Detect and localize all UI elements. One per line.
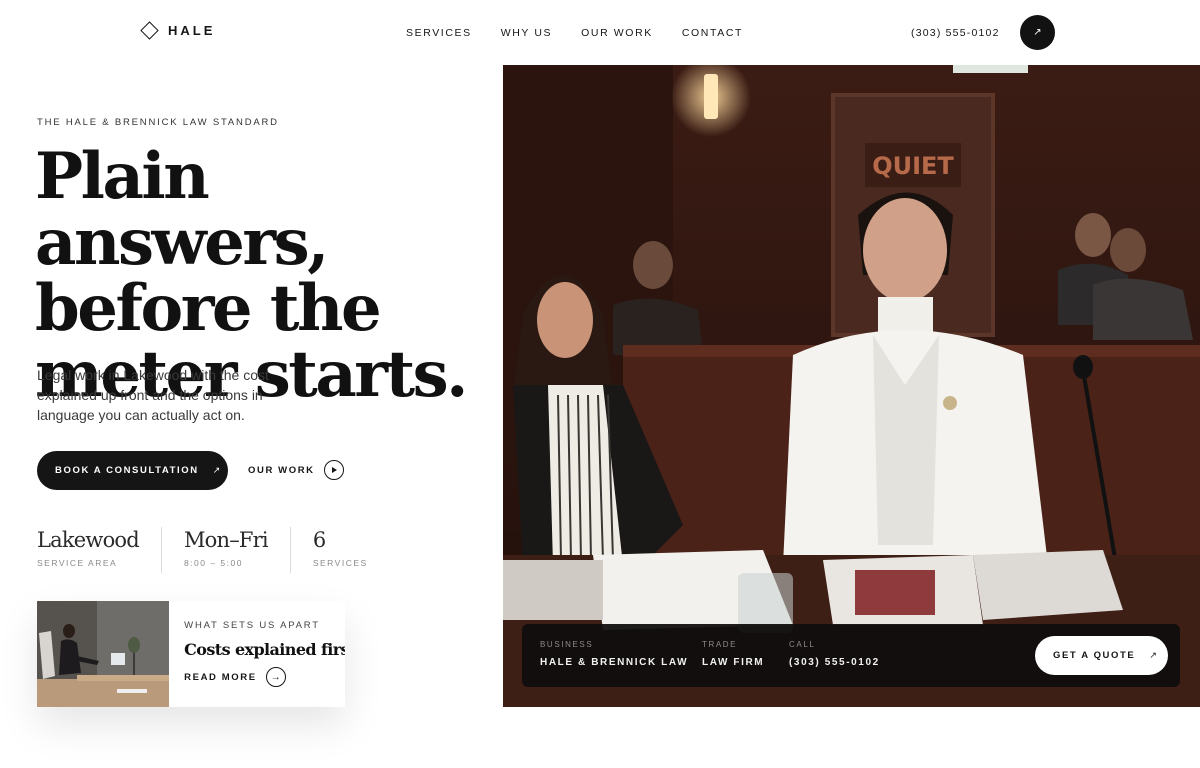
stat-label: 8:00 – 5:00 bbox=[183, 558, 243, 568]
info-label: TRADE bbox=[702, 640, 738, 649]
main-nav: SERVICES WHY US OUR WORK CONTACT bbox=[406, 27, 743, 39]
stat-service-area: Lakewood SERVICE AREA bbox=[37, 527, 162, 573]
brand-logo[interactable]: HALE bbox=[140, 21, 216, 40]
play-icon bbox=[323, 460, 344, 480]
feature-card-body: WHAT SETS US APART Costs explained first… bbox=[169, 601, 345, 707]
info-value: LAW FIRM bbox=[702, 657, 765, 668]
info-label: CALL bbox=[789, 640, 816, 649]
stat-value: 6 bbox=[312, 528, 326, 552]
stat-services: 6 SERVICES bbox=[313, 527, 390, 573]
nav-contact[interactable]: CONTACT bbox=[682, 27, 743, 39]
courtroom-hero-image: QUIET bbox=[503, 65, 1200, 707]
info-call[interactable]: CALL (303) 555-0102 bbox=[789, 640, 880, 668]
get-quote-label: GET A QUOTE bbox=[1053, 650, 1136, 661]
nav-services[interactable]: SERVICES bbox=[406, 27, 472, 39]
stat-hours: Mon–Fri 8:00 – 5:00 bbox=[184, 527, 291, 573]
stat-label: SERVICES bbox=[312, 558, 368, 568]
our-work-label: OUR WORK bbox=[248, 464, 315, 476]
read-more-link[interactable]: READ MORE → bbox=[184, 667, 345, 687]
stats-row: Lakewood SERVICE AREA Mon–Fri 8:00 – 5:0… bbox=[37, 527, 412, 573]
hero-eyebrow: THE HALE & BRENNICK LAW STANDARD bbox=[37, 117, 279, 128]
info-value: (303) 555-0102 bbox=[789, 657, 880, 668]
arrow-up-right-icon: ↗ bbox=[1033, 26, 1042, 38]
hero-lede: Legal work in Lakewood with the cost exp… bbox=[37, 367, 269, 423]
info-trade: TRADE LAW FIRM bbox=[702, 640, 764, 668]
nav-our-work[interactable]: OUR WORK bbox=[581, 27, 653, 39]
feature-card[interactable]: WHAT SETS US APART Costs explained first… bbox=[37, 601, 345, 707]
headline-line-2: before the bbox=[35, 271, 382, 346]
header-phone[interactable]: (303) 555-0102 bbox=[911, 27, 1000, 39]
stat-value: Mon–Fri bbox=[183, 528, 269, 552]
arrow-right-icon: → bbox=[265, 667, 286, 687]
quiet-sign: QUIET bbox=[872, 152, 954, 180]
our-work-button[interactable]: OUR WORK bbox=[248, 460, 344, 480]
brand-name: HALE bbox=[168, 23, 216, 38]
diamond-logo-icon bbox=[140, 21, 159, 40]
arrow-up-right-icon: ↗ bbox=[1149, 650, 1157, 660]
arrow-up-right-icon: ↗ bbox=[212, 465, 221, 475]
card-title: Costs explained first bbox=[184, 640, 345, 659]
info-business: BUSINESS HALE & BRENNICK LAW bbox=[540, 640, 688, 668]
headline-line-1: Plain answers, bbox=[35, 139, 329, 280]
info-label: BUSINESS bbox=[540, 640, 594, 649]
card-eyebrow: WHAT SETS US APART bbox=[184, 620, 320, 631]
info-value: HALE & BRENNICK LAW bbox=[540, 657, 689, 668]
read-more-label: READ MORE bbox=[184, 671, 257, 683]
get-quote-button[interactable]: GET A QUOTE ↗ bbox=[1035, 636, 1168, 675]
book-consultation-label: BOOK A CONSULTATION bbox=[55, 465, 199, 476]
book-consultation-button[interactable]: BOOK A CONSULTATION ↗ bbox=[37, 451, 228, 490]
header-action-button[interactable]: ↗ bbox=[1020, 15, 1055, 50]
office-photo bbox=[37, 601, 170, 707]
stat-label: SERVICE AREA bbox=[37, 558, 118, 568]
stat-value: Lakewood bbox=[37, 528, 140, 552]
nav-why-us[interactable]: WHY US bbox=[501, 27, 552, 39]
